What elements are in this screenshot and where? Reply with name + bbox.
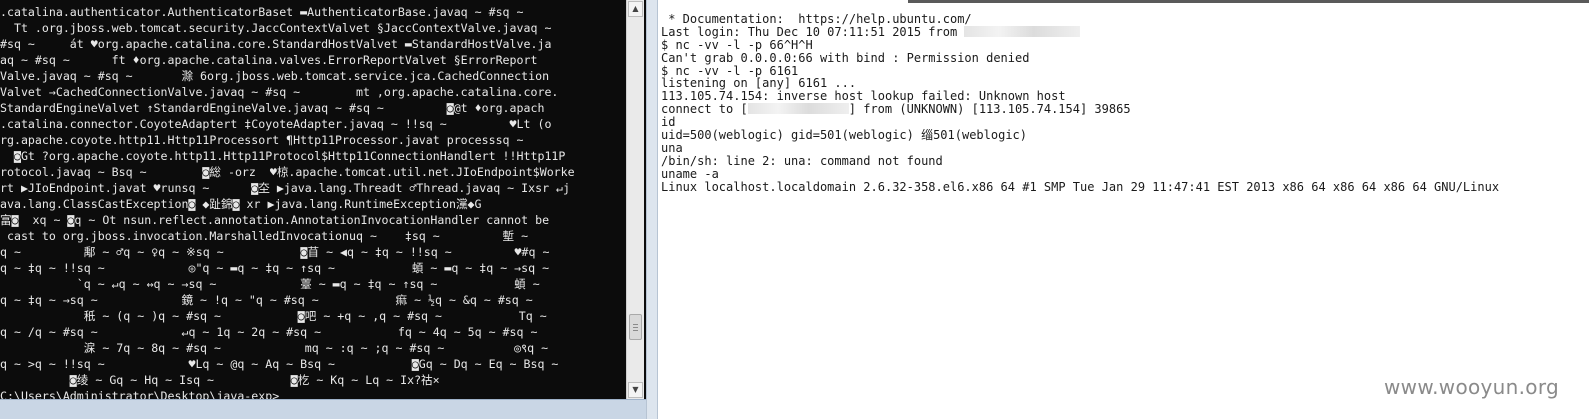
console-line: Tt .org.jboss.web.tomcat.security.JaccCo…	[0, 21, 552, 35]
terminal-line: /bin/sh: line 2: una: command not found	[661, 155, 1589, 168]
thumb-grip-line	[633, 327, 638, 328]
terminal-line: connect to [ ] from (UNKNOWN) [113.105.74…	[661, 103, 1589, 116]
scroll-down-arrow-icon[interactable]: ▼	[628, 382, 643, 398]
terminal-text: ] from (UNKNOWN) [113.105.74.154] 39865	[848, 103, 1131, 117]
thumb-grip-line	[633, 324, 638, 325]
console-line: rt ▶JIoEndpoint.javat ♥runsq ~ ◙圶 ▶java.…	[0, 181, 570, 195]
cmd-window-bottom-border	[0, 399, 646, 419]
scroll-up-arrow-icon[interactable]: ▲	[628, 1, 643, 17]
terminal-line: 113.105.74.154: inverse host lookup fail…	[661, 90, 1589, 103]
terminal-text: Can't grab 0.0.0.0:66 with bind : Permis…	[661, 51, 1030, 65]
watermark: www.wooyun.org	[1384, 375, 1559, 399]
terminal-text: Last login: Thu Dec 10 07:11:51 2015 fro…	[661, 25, 965, 39]
thumb-grip-line	[633, 330, 638, 331]
terminal-line: listening on [any] 6161 ...	[661, 77, 1589, 90]
console-line: `q ~ ↵q ~ ↔q ~ →sq ~ 薹 ~ ▬q ~ ‡q ~ ↑sq ~…	[0, 277, 540, 291]
terminal-text: listening on [any] 6161 ...	[661, 77, 857, 91]
terminal-text: uid=500(weblogic) gid=501(weblogic) 缁501…	[661, 129, 1028, 142]
terminal-text: uname -a	[661, 167, 719, 181]
terminal-title-edge	[908, 0, 1589, 3]
terminal-line: id	[661, 116, 1589, 129]
cmd-console-output[interactable]: .catalina.authenticator.AuthenticatorBas…	[0, 4, 626, 399]
terminal-text: $ nc -vv -l -p 66^H^H	[661, 38, 813, 52]
console-line: ◙绫 ~ Gq ~ Hq ~ Isq ~ ◙杚 ~ Kq ~ Lq ~ Ix?祜…	[0, 373, 440, 387]
console-line: #sq ~ át ♥org.apache.catalina.core.Stand…	[0, 37, 552, 51]
terminal-line: $ nc -vv -l -p 6161	[661, 65, 1589, 78]
console-line: rg.apache.coyote.http11.Http11Processort…	[0, 133, 524, 147]
redacted-ip-block	[964, 25, 1080, 37]
console-line: q ~ ‡q ~ →sq ~ 鏡 ~ !q ~ "q ~ #sq ~ 痲 ~ ½…	[0, 293, 533, 307]
cmd-vertical-scrollbar[interactable]: ▲ ▼	[626, 0, 644, 399]
terminal-text: una	[661, 141, 683, 155]
console-line: aq ~ #sq ~ ft ♦org.apache.catalina.valve…	[0, 53, 538, 67]
terminal-line: Linux localhost.localdomain 2.6.32-358.e…	[661, 181, 1589, 194]
terminal-text: $ nc -vv -l -p 6161	[661, 64, 799, 78]
terminal-text: /bin/sh: line 2: una: command not found	[661, 154, 943, 168]
console-line: Valvet →CachedConnectionValve.javaq ~ #s…	[0, 85, 559, 99]
cmd-prompt-line: C:\Users\Administrator\Desktop\java-exp>	[0, 389, 280, 399]
terminal-text: Linux localhost.localdomain 2.6.32-358.e…	[661, 180, 1500, 194]
console-line: 淭 ~ 7q ~ 8q ~ #sq ~ mq ~ :q ~ ;q ~ #sq ~…	[0, 341, 549, 355]
terminal-line: uname -a	[661, 168, 1589, 181]
console-line: .catalina.connector.CoyoteAdaptert ‡Coyo…	[0, 117, 552, 131]
terminal-line: Last login: Thu Dec 10 07:11:51 2015 fro…	[661, 25, 1589, 39]
console-line: ava.lang.ClassCastException◙ ◆趾錦◙ xr ▶ja…	[0, 197, 482, 211]
ssh-terminal-window[interactable]: * Documentation: https://help.ubuntu.com…	[658, 0, 1589, 419]
redacted-ip-block	[747, 103, 849, 115]
terminal-line: una	[661, 142, 1589, 155]
scrollbar-thumb[interactable]	[629, 314, 642, 340]
terminal-line: uid=500(weblogic) gid=501(weblogic) 缁501…	[661, 129, 1589, 142]
terminal-line: * Documentation: https://help.ubuntu.com…	[661, 13, 1589, 26]
cmd-console-window[interactable]: .catalina.authenticator.AuthenticatorBas…	[0, 0, 646, 419]
console-line: ◙Gt ?org.apache.coyote.http11.Http11Prot…	[0, 149, 566, 163]
terminal-output[interactable]: * Documentation: https://help.ubuntu.com…	[661, 13, 1589, 223]
console-line: q ~ >q ~ !!sq ~ ♥Lq ~ @q ~ Aq ~ Bsq ~ ◙G…	[0, 357, 559, 371]
console-line: q ~ ‡q ~ !!sq ~ ◎"q ~ ▬q ~ ‡q ~ ↑sq ~ 蝢 …	[0, 261, 550, 275]
console-line: rotocol.javaq ~ Bsq ~ ◙総 -orz ♥椋.apache.…	[0, 165, 575, 179]
terminal-line: $ nc -vv -l -p 66^H^H	[661, 39, 1589, 52]
terminal-text: 113.105.74.154: inverse host lookup fail…	[661, 90, 1066, 104]
console-line: 秖 ~ (q ~ )q ~ #sq ~ ◙吧 ~ +q ~ ,q ~ #sq ~…	[0, 309, 547, 323]
console-line: Valve.javaq ~ #sq ~ 滁 6org.jboss.web.tom…	[0, 69, 550, 83]
terminal-line: Can't grab 0.0.0.0:66 with bind : Permis…	[661, 52, 1589, 65]
console-line: q ~ /q ~ #sq ~ ↵q ~ 1q ~ 2q ~ #sq ~ fq ~…	[0, 325, 538, 339]
console-line: StandardEngineValvet ↑StandardEngineValv…	[0, 101, 545, 115]
console-line: q ~ 鄅 ~ ♂q ~ ♀q ~ ※sq ~ ◙苜 ~ ◀q ~ ‡q ~ !…	[0, 245, 550, 259]
console-line: 富◙ xq ~ ◙q ~ Ot nsun.reflect.annotation.…	[0, 213, 550, 227]
terminal-text: * Documentation: https://help.ubuntu.com…	[661, 13, 972, 26]
console-line: .catalina.authenticator.AuthenticatorBas…	[0, 5, 524, 19]
terminal-text: connect to [	[661, 103, 748, 117]
console-line: cast to org.jboss.invocation.MarshalledI…	[0, 229, 529, 243]
desktop: .catalina.authenticator.AuthenticatorBas…	[0, 0, 1589, 419]
terminal-text: id	[661, 116, 676, 130]
window-divider	[646, 0, 658, 419]
